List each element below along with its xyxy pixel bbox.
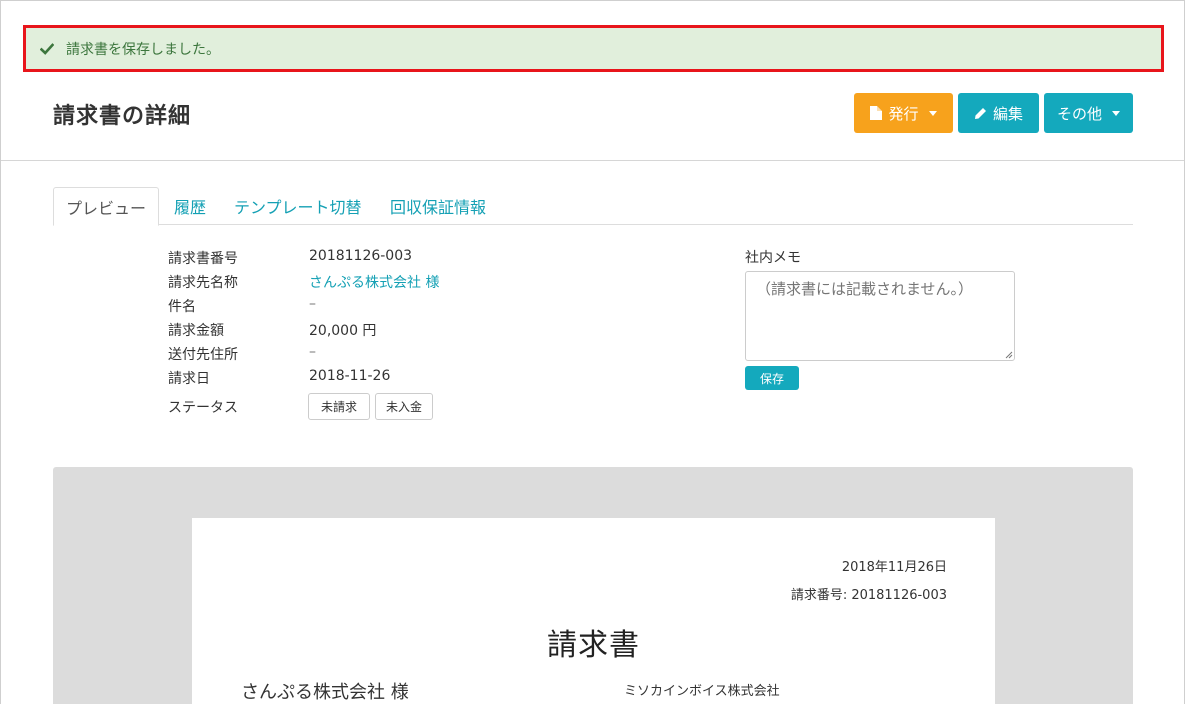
invoice-number-label: 請求書番号 xyxy=(168,251,238,267)
alert-message: 請求書を保存しました。 xyxy=(66,41,220,58)
status-badge-unbilled[interactable]: 未請求 xyxy=(308,393,370,420)
tab-collection-guarantee[interactable]: 回収保証情報 xyxy=(378,187,498,225)
page-title: 請求書の詳細 xyxy=(53,104,192,129)
client-name-label: 請求先名称 xyxy=(168,275,238,291)
client-name-link[interactable]: さんぷる株式会社 様 xyxy=(309,272,439,292)
header-divider xyxy=(1,160,1184,161)
billing-date-value: 2018-11-26 xyxy=(309,368,391,384)
tab-history[interactable]: 履歴 xyxy=(162,187,218,225)
edit-button[interactable]: 編集 xyxy=(958,93,1039,133)
address-value: – xyxy=(309,344,316,360)
document-client: さんぷる株式会社 様 xyxy=(241,678,409,704)
invoice-document: 2018年11月26日 請求番号: 20181126-003 請求書 さんぷる株… xyxy=(192,518,995,704)
other-button[interactable]: その他 xyxy=(1044,93,1133,133)
billing-date-label: 請求日 xyxy=(168,371,210,387)
document-date: 2018年11月26日 xyxy=(841,560,947,575)
chevron-down-icon xyxy=(1112,110,1120,116)
tab-preview[interactable]: プレビュー xyxy=(53,187,160,226)
address-label: 送付先住所 xyxy=(168,347,238,363)
status-label: ステータス xyxy=(168,400,238,416)
success-alert: 請求書を保存しました。 xyxy=(23,25,1164,72)
document-title: 請求書 xyxy=(547,628,640,663)
subject-value: – xyxy=(309,296,316,312)
document-number: 請求番号: 20181126-003 xyxy=(790,588,947,603)
issue-button[interactable]: 発行 xyxy=(854,93,953,133)
resize-handle-icon[interactable] xyxy=(1004,350,1013,359)
file-icon xyxy=(870,106,883,120)
edit-button-label: 編集 xyxy=(992,104,1023,123)
check-icon xyxy=(40,42,54,55)
memo-label: 社内メモ xyxy=(745,250,801,266)
amount-label: 請求金額 xyxy=(168,323,224,339)
chevron-down-icon xyxy=(928,110,937,116)
tab-bar: プレビュー 履歴 テンプレート切替 回収保証情報 xyxy=(53,187,1133,226)
invoice-number-value: 20181126-003 xyxy=(309,248,413,264)
pencil-icon xyxy=(974,107,987,120)
tab-template-switch[interactable]: テンプレート切替 xyxy=(222,187,374,225)
memo-input[interactable] xyxy=(745,271,1015,361)
memo-save-button[interactable]: 保存 xyxy=(745,366,799,390)
issue-button-label: 発行 xyxy=(888,104,919,123)
status-badge-unpaid[interactable]: 未入金 xyxy=(375,393,433,420)
other-button-label: その他 xyxy=(1056,104,1102,123)
subject-label: 件名 xyxy=(168,299,196,315)
document-company: ミソカインボイス株式会社 xyxy=(624,684,780,699)
amount-value: 20,000 円 xyxy=(309,323,377,339)
